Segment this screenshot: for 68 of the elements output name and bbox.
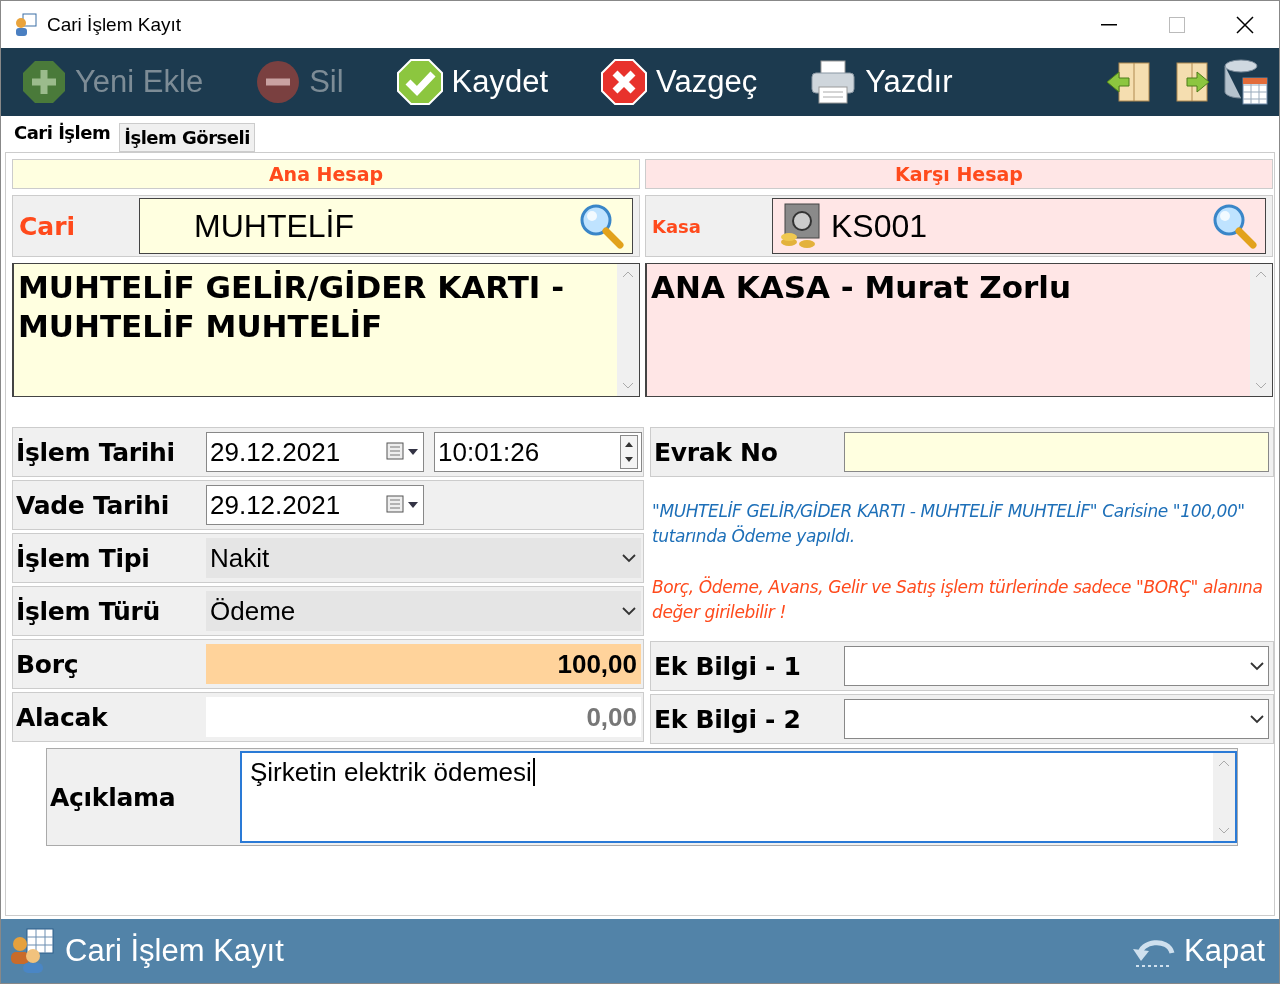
scrollbar[interactable] [1213,753,1235,841]
chevron-down-icon[interactable] [1249,714,1265,724]
database-icon[interactable] [1221,58,1269,106]
field-label: İşlem Tipi [15,543,151,573]
scroll-down-icon[interactable] [1255,382,1267,390]
section-header: Ana Hesap [12,159,640,189]
scrollbar[interactable] [1250,264,1272,396]
chevron-down-icon[interactable] [621,606,637,616]
tab[interactable]: İşlem Görseli [119,123,255,152]
account-description[interactable]: MUHTELİF GELİR/GİDER KARTI - MUHTELİF MUHTELİF [12,263,640,397]
close-button[interactable]: Kapat [1132,933,1265,969]
field-label: İşlem Tarihi [15,437,176,467]
scroll-down-icon[interactable] [622,382,634,390]
account-code-field[interactable]: KS001 [772,198,1266,254]
field-label: İşlem Türü [15,596,162,626]
minimize-icon[interactable] [1101,23,1117,26]
search-icon[interactable] [1211,203,1259,249]
checkmark-icon [395,58,444,106]
scroll-up-icon[interactable] [622,270,634,278]
warning-message: Borç, Ödeme, Avans, Gelir ve Satış işlem türlerinde sadece "BORÇ" alanına değer girilebilir ! [652,575,1264,624]
account-description[interactable]: ANA KASA - Murat Zorlu [645,263,1273,397]
scroll-down-icon[interactable] [1218,827,1230,835]
spinner-icon[interactable] [620,435,638,469]
minus-icon [255,59,302,105]
calendar-icon[interactable] [386,441,420,463]
account-label: Cari [18,211,77,241]
field-label: Alacak [15,702,109,732]
dropdown-field[interactable]: Nakit [206,538,641,578]
users-grid-icon [9,928,55,974]
field-label: Açıklama [49,782,177,812]
printer-icon [809,59,858,105]
close-icon [600,58,649,106]
footer-title: Cari İşlem Kayıt [65,933,285,969]
scrollbar[interactable] [617,264,639,396]
app-icon [13,12,37,37]
toolbar-button[interactable]: Yazdır [809,59,953,105]
arrow-left-book-icon[interactable] [1105,61,1153,103]
field-label: Vade Tarihi [15,490,171,520]
info-message: "MUHTELİF GELİR/GİDER KARTI - MUHTELİF MUHTELİF" Carisine "100,00" tutarında Ödeme yapıldı. [652,500,1246,548]
date-field[interactable]: 29.12.2021 [206,485,424,525]
chevron-down-icon[interactable] [621,553,637,563]
window-title: Cari İşlem Kayıt [47,13,183,36]
text-cursor [532,758,535,786]
amount-field[interactable]: 100,00 [206,644,641,684]
calendar-icon[interactable] [386,494,420,516]
document-number-field[interactable] [844,432,1269,472]
dropdown-field[interactable] [844,699,1269,739]
scroll-up-icon[interactable] [1218,759,1230,767]
account-code-field[interactable]: MUHTELİF [139,198,633,254]
scroll-up-icon[interactable] [1255,270,1267,278]
toolbar-button[interactable]: Kaydet [395,58,549,106]
field-label: Ek Bilgi - 1 [653,651,802,681]
field-label: Ek Bilgi - 2 [653,704,802,734]
maximize-icon[interactable] [1169,16,1185,33]
dropdown-field[interactable]: Ödeme [206,591,641,631]
date-field[interactable]: 29.12.2021 [206,432,424,472]
search-icon[interactable] [578,203,626,249]
close-icon[interactable] [1236,15,1254,34]
chevron-down-icon[interactable] [1249,661,1265,671]
plus-icon [21,59,67,105]
toolbar-button[interactable]: Vazgeç [600,58,758,106]
description-field[interactable]: Şirketin elektrik ödemesi [240,751,1237,843]
section-header: Karşı Hesap [645,159,1273,189]
dropdown-field[interactable] [844,646,1269,686]
account-label: Kasa [651,215,702,237]
field-label: Borç [15,649,80,679]
field-label: Evrak No [653,437,779,467]
time-field[interactable]: 10:01:26 [434,432,642,472]
